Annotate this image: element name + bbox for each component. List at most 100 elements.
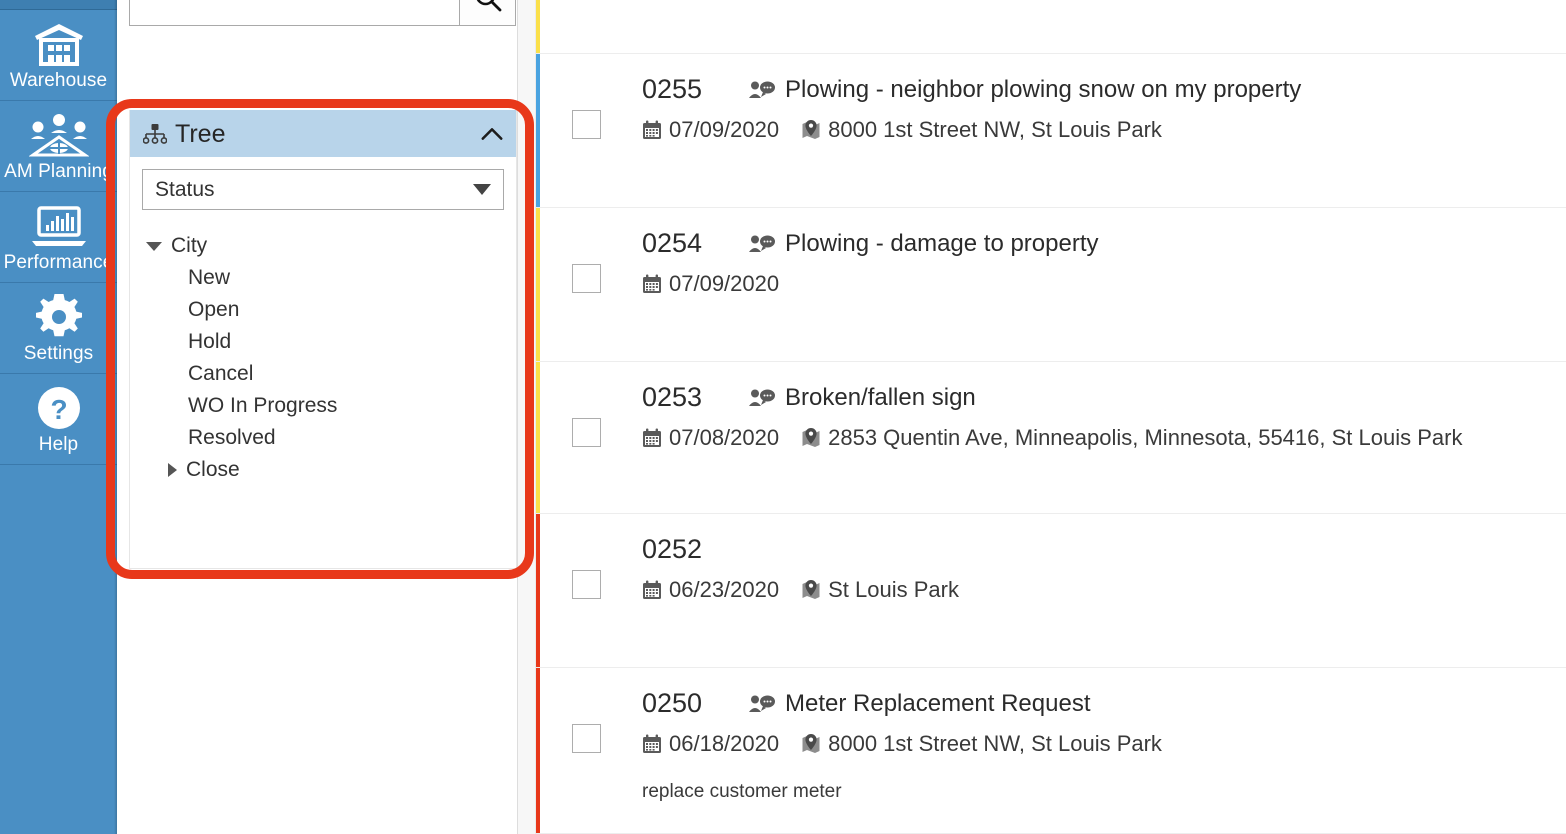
- row-checkbox[interactable]: [571, 570, 601, 599]
- calendar-icon: [642, 428, 662, 448]
- tree-node-close[interactable]: Close: [142, 454, 504, 486]
- row-status-stripe: [536, 668, 540, 833]
- row-status-stripe: [536, 0, 540, 53]
- list-row[interactable]: 0254 Plowing - damage to property 07/09/…: [536, 208, 1566, 362]
- sidebar-item-label: Performance: [3, 251, 114, 273]
- sidebar-item-label: Warehouse: [9, 69, 108, 91]
- row-location: 8000 1st Street NW, St Louis Park: [828, 117, 1162, 142]
- caret-down-icon[interactable]: [146, 241, 162, 251]
- tree-node-list: City New Open Hold Cancel WO In Progress…: [142, 230, 504, 486]
- row-status-stripe: [536, 362, 540, 513]
- chevron-up-icon[interactable]: [480, 122, 504, 146]
- warehouse-icon: [33, 22, 85, 66]
- tree-node-open[interactable]: Open: [142, 294, 504, 326]
- row-checkbox[interactable]: [571, 110, 601, 139]
- tree-node-hold[interactable]: Hold: [142, 326, 504, 358]
- row-primary-line: 0255 Plowing - neighbor plowing snow on …: [642, 54, 1556, 105]
- sidebar-item-am-planning[interactable]: AM Planning: [0, 101, 117, 192]
- list-row[interactable]: 0253 Broken/fallen sign 07/08/2020 2853 …: [536, 362, 1566, 514]
- tree-node-label: City: [171, 234, 208, 257]
- left-filter-panel: Tree Status City New Open Hold Cancel WO…: [117, 0, 517, 834]
- sidebar-item-performance[interactable]: Performance: [0, 192, 117, 283]
- row-date: 07/09/2020: [669, 271, 780, 296]
- row-date: 06/23/2020: [669, 577, 780, 602]
- search-input[interactable]: [129, 0, 459, 26]
- svg-text:?: ?: [50, 394, 67, 425]
- row-id: 0250: [642, 688, 703, 718]
- tree-node-label: Resolved: [188, 426, 276, 449]
- row-primary-line: 0252: [642, 514, 1556, 565]
- row-checkbox-cell: [536, 668, 636, 753]
- row-checkbox-cell: [536, 208, 636, 293]
- row-date: 07/08/2020: [669, 425, 780, 450]
- am-planning-icon: [28, 113, 89, 157]
- list-row[interactable]: 0252 06/23/2020 St Louis Park: [536, 514, 1566, 668]
- sidebar-item-label: Settings: [23, 342, 94, 364]
- row-primary-line: 0254 Plowing - damage to property: [642, 208, 1556, 259]
- tree-node-city[interactable]: City: [142, 230, 504, 262]
- nav-previous-item-stub: [0, 0, 117, 10]
- sidebar-item-label: Help: [38, 433, 79, 455]
- map-marker-icon: [801, 427, 821, 449]
- tree-node-wo-in-progress[interactable]: WO In Progress: [142, 390, 504, 422]
- sidebar-item-help[interactable]: ? Help: [0, 374, 117, 465]
- sidebar-item-label: AM Planning: [4, 160, 113, 182]
- search-icon: [473, 0, 503, 13]
- row-meta-line: 07/08/2020 2853 Quentin Ave, Minneapolis…: [642, 425, 1556, 451]
- tree-node-cancel[interactable]: Cancel: [142, 358, 504, 390]
- row-meta-line: 06/18/2020 8000 1st Street NW, St Louis …: [642, 731, 1556, 757]
- sidebar-item-settings[interactable]: Settings: [0, 283, 117, 374]
- tree-widget-body: Status City New Open Hold Cancel WO In P…: [130, 157, 516, 486]
- row-content: 0255 Plowing - neighbor plowing snow on …: [636, 54, 1566, 143]
- tree-node-label: New: [188, 266, 231, 289]
- tree-node-label: Cancel: [188, 362, 254, 385]
- user-comment-icon: [748, 694, 776, 714]
- tree-node-label: Hold: [188, 330, 232, 353]
- tree-node-label: Close: [186, 458, 240, 481]
- row-content: 0252 06/23/2020 St Louis Park: [636, 514, 1566, 603]
- row-primary-line: 0250 Meter Replacement Request: [642, 668, 1556, 719]
- row-date: 07/09/2020: [669, 117, 780, 142]
- user-comment-icon: [748, 80, 776, 100]
- row-status-stripe: [536, 208, 540, 361]
- row-title: Plowing - damage to property: [785, 229, 1099, 257]
- tree-node-resolved[interactable]: Resolved: [142, 422, 504, 454]
- row-id: 0255: [642, 74, 703, 104]
- calendar-icon: [642, 120, 662, 140]
- tree-node-new[interactable]: New: [142, 262, 504, 294]
- search-button[interactable]: [459, 0, 516, 26]
- row-meta-line: 07/09/2020: [642, 271, 1556, 297]
- tree-widget: Tree Status City New Open Hold Cancel WO…: [129, 110, 517, 569]
- caret-right-icon[interactable]: [168, 463, 177, 477]
- row-checkbox-cell: [536, 54, 636, 139]
- row-status-stripe: [536, 54, 540, 207]
- panel-scroll-gutter[interactable]: [517, 0, 536, 834]
- tree-node-label: Open: [188, 298, 240, 321]
- row-content: 0253 Broken/fallen sign 07/08/2020 2853 …: [636, 362, 1566, 451]
- tree-node-label: WO In Progress: [188, 394, 338, 417]
- list-row[interactable]: [536, 0, 1566, 54]
- tree-widget-header[interactable]: Tree: [130, 110, 516, 157]
- row-checkbox[interactable]: [571, 264, 601, 293]
- list-row[interactable]: 0250 Meter Replacement Request 06/18/202…: [536, 668, 1566, 834]
- calendar-icon: [642, 734, 662, 754]
- row-title: Meter Replacement Request: [785, 689, 1091, 717]
- row-checkbox-cell: [536, 362, 636, 447]
- caret-down-icon: [473, 184, 491, 195]
- status-dropdown[interactable]: Status: [142, 169, 504, 210]
- user-comment-icon: [748, 388, 776, 408]
- status-dropdown-value: Status: [155, 177, 215, 201]
- row-checkbox[interactable]: [571, 724, 601, 753]
- row-description: replace customer meter: [642, 781, 842, 802]
- row-id: 0252: [642, 534, 703, 564]
- user-comment-icon: [748, 234, 776, 254]
- sitemap-icon: [143, 123, 167, 145]
- sidebar-item-warehouse[interactable]: Warehouse: [0, 10, 117, 101]
- list-row[interactable]: 0255 Plowing - neighbor plowing snow on …: [536, 54, 1566, 208]
- row-checkbox[interactable]: [571, 418, 601, 447]
- row-title: Broken/fallen sign: [785, 383, 976, 411]
- row-title: Plowing - neighbor plowing snow on my pr…: [785, 75, 1302, 103]
- row-meta-line: 06/23/2020 St Louis Park: [642, 577, 1556, 603]
- row-location: 8000 1st Street NW, St Louis Park: [828, 731, 1162, 756]
- tree-widget-title: Tree: [175, 119, 226, 148]
